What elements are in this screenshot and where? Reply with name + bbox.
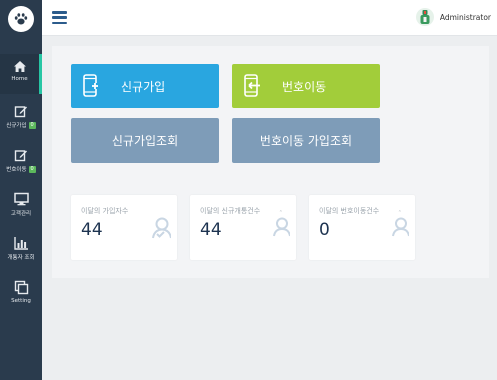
menu-toggle-icon[interactable] (52, 11, 67, 24)
home-icon (13, 61, 26, 72)
bar-chart-icon (13, 237, 28, 250)
number-port-button-label: 번호이동 (282, 79, 327, 94)
number-port-query-button[interactable]: 번호이동 가입조회 (232, 118, 380, 163)
top-bar: Administrator (42, 0, 497, 36)
edit-icon (14, 150, 27, 162)
signup-button-label: 신규가입 (121, 79, 166, 94)
user-icon (273, 217, 290, 237)
stat-card-value: 44 (200, 220, 222, 240)
signup-button[interactable]: 신규가입 (71, 64, 219, 108)
sidebar-item-label: 고객관리 (10, 211, 32, 217)
sidebar-item-home[interactable]: Home (0, 54, 42, 94)
edit-icon (14, 106, 27, 118)
sidebar-item-label: Home (11, 76, 28, 82)
sidebar-item-label: 번호이동 (6, 167, 27, 173)
user-check-icon (152, 217, 171, 239)
phone-transfer-icon (244, 74, 260, 97)
dot-icon: ‸ (279, 204, 282, 212)
user-menu[interactable]: Administrator (415, 8, 491, 26)
sidebar-item-label: Setting (11, 298, 31, 304)
phone-plus-icon (83, 74, 99, 97)
sidebar-item-activation-lookup[interactable]: 개통자 조회 (0, 232, 42, 272)
user-icon (392, 217, 409, 237)
sidebar-item-signup[interactable]: 신규가입 0 (0, 100, 42, 140)
logo-area (0, 0, 42, 38)
count-badge: 0 (28, 165, 36, 173)
stat-card-value: 0 (319, 220, 330, 240)
monitor-icon (13, 192, 29, 206)
copy-icon (14, 280, 28, 295)
stat-card-title: 이달의 신규개통건수 (200, 207, 261, 215)
count-badge: 0 (28, 121, 36, 129)
sidebar: Home 신규가입 0 번호이동 0 고객관리 개통자 조회 Setting (0, 0, 42, 380)
stat-card-new-activations: 이달의 신규개통건수 ‸ 44 (190, 195, 296, 260)
avatar (415, 8, 434, 26)
number-port-query-button-label: 번호이동 가입조회 (259, 134, 353, 148)
sidebar-item-number-port[interactable]: 번호이동 0 (0, 144, 42, 184)
sidebar-item-label: 개통자 조회 (7, 255, 35, 261)
user-name: Administrator (439, 12, 491, 22)
number-port-button[interactable]: 번호이동 (232, 64, 380, 108)
sidebar-item-setting[interactable]: Setting (0, 276, 42, 316)
signup-query-button[interactable]: 신규가입조회 (71, 118, 219, 163)
stat-card-subscribers: 이달의 가입자수 44 (71, 195, 177, 260)
sidebar-item-customers[interactable]: 고객관리 (0, 188, 42, 228)
dot-icon: ‸ (398, 204, 401, 212)
signup-query-button-label: 신규가입조회 (111, 134, 179, 148)
stat-card-value: 44 (81, 220, 103, 240)
sidebar-item-label: 신규가입 (6, 123, 27, 129)
stat-card-title: 이달의 가입자수 (81, 207, 129, 215)
paw-logo-icon[interactable] (8, 6, 34, 32)
stat-card-title: 이달의 번호이동건수 (319, 207, 380, 215)
stat-card-number-ports: 이달의 번호이동건수 ‸ 0 (309, 195, 415, 260)
